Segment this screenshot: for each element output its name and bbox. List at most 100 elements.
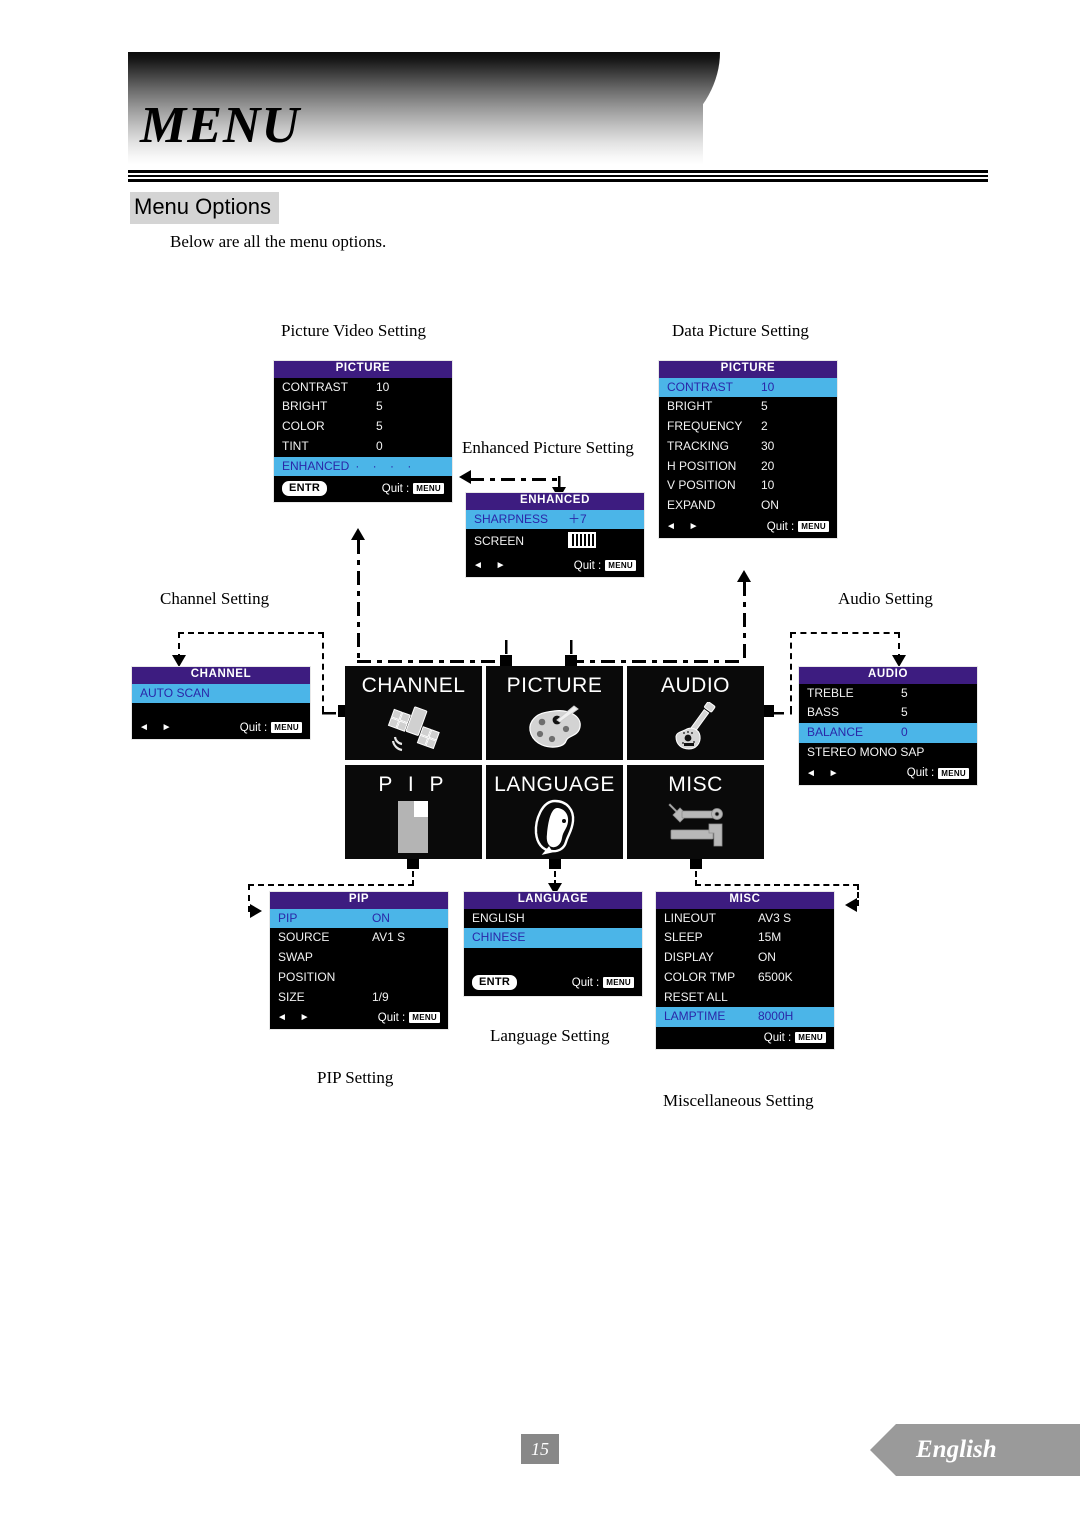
osd-row-enhanced[interactable]: ENHANCED · · · · bbox=[274, 456, 452, 477]
row-value: 5 bbox=[900, 685, 908, 700]
tile-pip[interactable]: P I P bbox=[345, 765, 482, 859]
menu-key[interactable]: MENU bbox=[937, 766, 970, 780]
osd-row-chinese[interactable]: CHINESE bbox=[464, 928, 642, 949]
tile-audio[interactable]: AUDIO bbox=[627, 666, 764, 760]
row-value: 0 bbox=[375, 438, 383, 453]
osd-row-tint[interactable]: TINT 0 bbox=[274, 437, 452, 457]
quit-hint: Quit : MENU bbox=[574, 559, 637, 573]
manual-page: MENU Menu Options Below are all the menu… bbox=[0, 0, 1080, 1528]
osd-row-screen[interactable]: SCREEN bbox=[466, 529, 644, 555]
osd-row-frequency[interactable]: FREQUENCY 2 bbox=[659, 417, 837, 437]
entr-key[interactable]: ENTR bbox=[471, 974, 519, 992]
row-label: V POSITION bbox=[667, 478, 736, 493]
menu-key[interactable]: MENU bbox=[602, 976, 635, 990]
osd-row-color-tmp[interactable]: COLOR TMP 6500K bbox=[656, 968, 834, 988]
osd-row-auto-scan[interactable]: AUTO SCAN bbox=[132, 683, 310, 704]
osd-row-lineout[interactable]: LINEOUT AV3 S bbox=[656, 909, 834, 929]
caption-picture-video: Picture Video Setting bbox=[281, 321, 427, 340]
menu-key[interactable]: MENU bbox=[797, 520, 830, 534]
nav-arrows[interactable]: ◄ ► bbox=[666, 521, 704, 532]
osd-row-h-position[interactable]: H POSITION 20 bbox=[659, 457, 837, 477]
osd-row-sharpness[interactable]: SHARPNESS ＋7 bbox=[466, 509, 644, 530]
osd-row-bass[interactable]: BASS 5 bbox=[799, 703, 977, 723]
row-label: SIZE bbox=[278, 989, 305, 1004]
osd-row-position[interactable]: POSITION bbox=[270, 968, 448, 988]
osd-row-bright[interactable]: BRIGHT 5 bbox=[659, 397, 837, 417]
menu-key[interactable]: MENU bbox=[408, 1011, 441, 1025]
connector-misc-v1 bbox=[695, 862, 697, 886]
entr-key[interactable]: ENTR bbox=[281, 480, 329, 498]
row-value: 10 bbox=[375, 379, 390, 394]
menu-key[interactable]: MENU bbox=[412, 482, 445, 496]
osd-row-balance[interactable]: BALANCE 0 bbox=[799, 723, 977, 743]
osd-title: CHANNEL bbox=[132, 667, 310, 684]
row-label: STEREO MONO SAP bbox=[807, 744, 925, 759]
osd-row-tracking[interactable]: TRACKING 30 bbox=[659, 437, 837, 457]
osd-row-lamptime[interactable]: LAMPTIME 8000H bbox=[656, 1007, 834, 1028]
osd-row-stereo-mono-sap[interactable]: STEREO MONO SAP bbox=[799, 743, 977, 763]
tile-language[interactable]: LANGUAGE bbox=[486, 765, 623, 859]
nav-arrows[interactable]: ◄ ► bbox=[473, 560, 511, 571]
osd-row-display[interactable]: DISPLAY ON bbox=[656, 948, 834, 968]
row-value: 8000H bbox=[757, 1009, 794, 1024]
tile-picture[interactable]: PICTURE bbox=[486, 666, 623, 760]
tile-label: PICTURE bbox=[506, 674, 603, 697]
caption-misc: Miscellaneous Setting bbox=[663, 1091, 814, 1110]
osd-audio[interactable]: AUDIO TREBLE 5 BASS 5 BALANCE 0 STEREO M… bbox=[798, 666, 978, 786]
osd-footer: ◄ ► Quit : MENU bbox=[270, 1007, 448, 1029]
osd-title: LANGUAGE bbox=[464, 892, 642, 909]
tile-label: AUDIO bbox=[660, 674, 730, 697]
osd-row-expand[interactable]: EXPAND ON bbox=[659, 496, 837, 516]
osd-row-contrast[interactable]: CONTRAST 10 bbox=[274, 378, 452, 398]
osd-data-picture[interactable]: PICTURE CONTRAST 10 BRIGHT 5 FREQUENCY 2… bbox=[658, 360, 838, 540]
osd-picture-video[interactable]: PICTURE CONTRAST 10 BRIGHT 5 COLOR 5 TIN… bbox=[273, 360, 453, 504]
nav-arrows[interactable]: ◄ ► bbox=[277, 1012, 315, 1023]
tile-channel[interactable]: CHANNEL bbox=[345, 666, 482, 760]
osd-row-pip[interactable]: PIP ON bbox=[270, 908, 448, 929]
quit-hint: Quit : MENU bbox=[571, 976, 635, 990]
row-value: 5 bbox=[760, 399, 768, 414]
screen-pattern-icon bbox=[567, 532, 596, 549]
osd-title: AUDIO bbox=[799, 667, 977, 684]
menu-key[interactable]: MENU bbox=[604, 559, 637, 573]
page-title: MENU bbox=[140, 97, 301, 154]
quit-hint: Quit : MENU bbox=[764, 1031, 827, 1045]
row-label: AUTO SCAN bbox=[140, 685, 210, 700]
row-label: TRACKING bbox=[667, 438, 730, 453]
osd-row-v-position[interactable]: V POSITION 10 bbox=[659, 476, 837, 496]
row-value: 6500K bbox=[757, 969, 793, 984]
osd-title: MISC bbox=[656, 892, 834, 909]
quit-hint: Quit : MENU bbox=[382, 482, 445, 496]
osd-footer: ◄ ► Quit : MENU bbox=[132, 717, 310, 739]
osd-row-treble[interactable]: TREBLE 5 bbox=[799, 684, 977, 704]
row-label: ENGLISH bbox=[472, 910, 525, 925]
menu-key[interactable]: MENU bbox=[270, 721, 303, 735]
row-label: BRIGHT bbox=[667, 399, 713, 414]
connector-channel-h1 bbox=[322, 710, 344, 715]
osd-row-color[interactable]: COLOR 5 bbox=[274, 417, 452, 437]
osd-row-sleep[interactable]: SLEEP 15M bbox=[656, 928, 834, 948]
quit-label: Quit : bbox=[571, 976, 600, 989]
osd-row-reset-all[interactable]: RESET ALL bbox=[656, 988, 834, 1008]
osd-footer: ◄ ► Quit : MENU bbox=[799, 763, 977, 785]
osd-row-contrast[interactable]: CONTRAST 10 bbox=[659, 377, 837, 398]
nav-arrows[interactable]: ◄ ► bbox=[806, 768, 844, 779]
osd-row-size[interactable]: SIZE 1/9 bbox=[270, 988, 448, 1008]
row-label: LAMPTIME bbox=[664, 1009, 726, 1024]
osd-row-english[interactable]: ENGLISH bbox=[464, 909, 642, 929]
nav-arrows[interactable]: ◄ ► bbox=[139, 722, 177, 733]
osd-language[interactable]: LANGUAGE ENGLISH CHINESE ENTR Quit : MEN… bbox=[463, 891, 643, 998]
osd-channel[interactable]: CHANNEL AUTO SCAN ◄ ► Quit : MENU bbox=[131, 666, 311, 741]
osd-row-bright[interactable]: BRIGHT 5 bbox=[274, 397, 452, 417]
osd-pip[interactable]: PIP PIP ON SOURCE AV1 S SWAP POSITION SI… bbox=[269, 891, 449, 1031]
quit-label: Quit : bbox=[906, 767, 935, 780]
osd-misc[interactable]: MISC LINEOUT AV3 S SLEEP 15M DISPLAY ON … bbox=[655, 891, 835, 1051]
quit-hint: Quit : MENU bbox=[240, 721, 303, 735]
osd-enhanced[interactable]: ENHANCED SHARPNESS ＋7 SCREEN ◄ ► Quit : … bbox=[465, 492, 645, 579]
menu-key[interactable]: MENU bbox=[794, 1031, 827, 1045]
tile-misc[interactable]: MISC bbox=[627, 765, 764, 859]
osd-row-source[interactable]: SOURCE AV1 S bbox=[270, 928, 448, 948]
caption-enhanced-picture: Enhanced Picture Setting bbox=[462, 438, 634, 457]
row-label: EXPAND bbox=[667, 498, 716, 513]
osd-row-swap[interactable]: SWAP bbox=[270, 948, 448, 968]
